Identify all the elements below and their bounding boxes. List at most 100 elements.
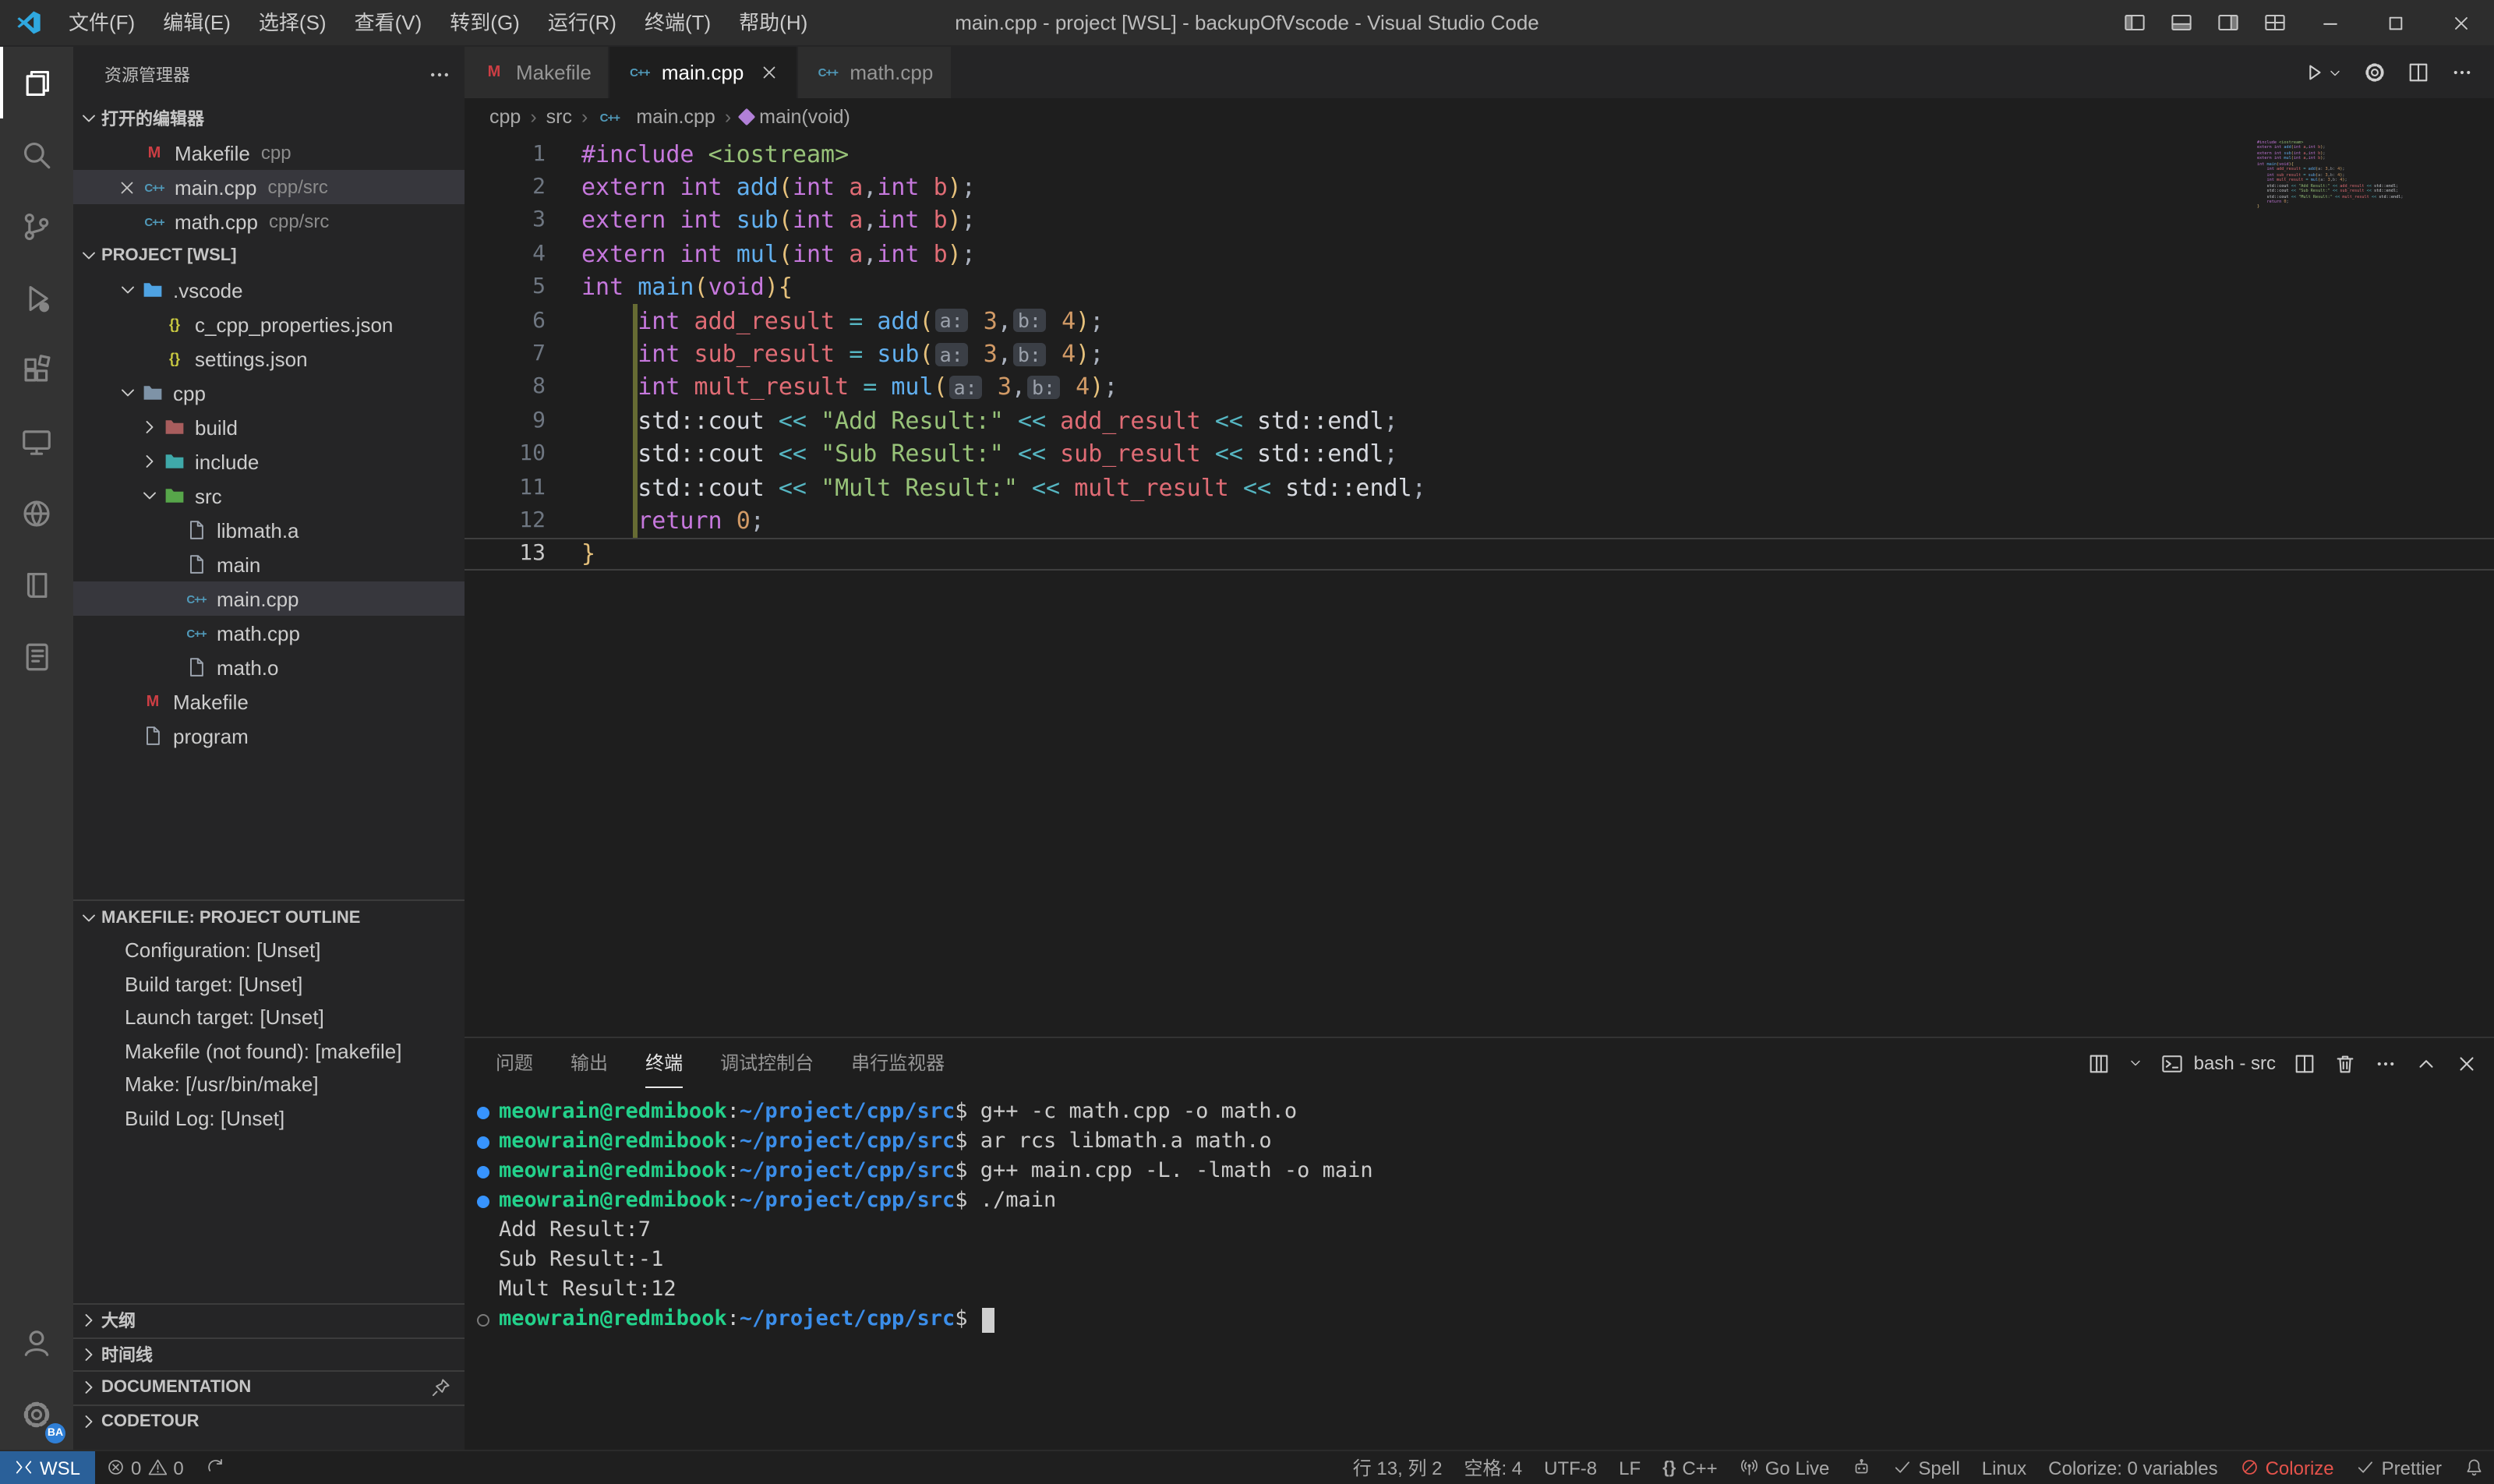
code-line-8[interactable]: 8 int mult_result = mul(a: 3,b: 4); [465, 370, 2494, 404]
status-colorize-count[interactable]: Colorize: 0 variables [2037, 1451, 2228, 1484]
remote-indicator[interactable]: WSL [0, 1451, 94, 1484]
minimap[interactable]: #include <iostream>extern int add(int a,… [2257, 140, 2475, 210]
code-editor[interactable]: 1#include <iostream>2extern int add(int … [465, 136, 2494, 1037]
menu-g[interactable]: 转到(G) [436, 0, 534, 46]
menu-t[interactable]: 终端(T) [631, 0, 725, 46]
status-language-mode[interactable]: {}C++ [1651, 1451, 1729, 1484]
tree-item-cpp[interactable]: cpp [73, 376, 465, 410]
code-line-1[interactable]: 1#include <iostream> [465, 137, 2494, 171]
activity-accounts[interactable] [0, 1306, 73, 1378]
code-line-11[interactable]: 11 std::cout << "Mult Result:" << mult_r… [465, 471, 2494, 504]
tree-item-math.o[interactable]: math.o [73, 650, 465, 684]
panel-tab-输出[interactable]: 输出 [571, 1038, 608, 1088]
toggle-secondary-sidebar-icon[interactable] [2204, 0, 2251, 46]
code-line-10[interactable]: 10 std::cout << "Sub Result:" << sub_res… [465, 437, 2494, 471]
kill-terminal-icon[interactable] [2333, 1051, 2357, 1075]
toggle-sidebar-icon[interactable] [2111, 0, 2157, 46]
panel-tab-调试控制台[interactable]: 调试控制台 [720, 1038, 814, 1088]
activity-search[interactable] [0, 118, 73, 190]
tree-item-math.cpp[interactable]: C++math.cpp [73, 616, 465, 650]
section-DOCUMENTATION[interactable]: DOCUMENTATION [73, 1370, 465, 1404]
open-editor-Makefile[interactable]: MMakefilecpp [73, 136, 465, 170]
close-panel-icon[interactable] [2455, 1051, 2478, 1075]
explorer-more-actions-icon[interactable] [427, 62, 452, 87]
menu-v[interactable]: 查看(V) [341, 0, 436, 46]
run-settings-icon[interactable] [2363, 61, 2386, 84]
tree-item-Makefile[interactable]: MMakefile [73, 684, 465, 719]
tree-item-build[interactable]: build [73, 410, 465, 444]
outline-item[interactable]: Launch target: [Unset] [73, 1001, 465, 1034]
status-linux-status[interactable]: Linux [1971, 1451, 2037, 1484]
tree-item-libmath.a[interactable]: libmath.a [73, 513, 465, 547]
sync-indicator[interactable] [195, 1451, 236, 1484]
menu-h[interactable]: 帮助(H) [725, 0, 821, 46]
panel-tab-终端[interactable]: 终端 [645, 1038, 683, 1088]
makefile-outline-header[interactable]: MAKEFILE: PROJECT OUTLINE [73, 899, 465, 934]
panel-more-actions-icon[interactable] [2374, 1051, 2397, 1075]
code-line-6[interactable]: 6 int add_result = add(a: 3,b: 4); [465, 304, 2494, 337]
project-header[interactable]: PROJECT [WSL] [73, 238, 465, 273]
tree-item-program[interactable]: program [73, 719, 465, 753]
menu-e[interactable]: 编辑(E) [149, 0, 245, 46]
close-window-button[interactable] [2429, 0, 2494, 46]
maximize-panel-icon[interactable] [2415, 1051, 2438, 1075]
tab-Makefile[interactable]: MMakefile [465, 47, 610, 98]
activity-extensions[interactable] [0, 334, 73, 405]
outline-item[interactable]: Build Log: [Unset] [73, 1101, 465, 1135]
code-line-5[interactable]: 5int main(void){ [465, 270, 2494, 304]
code-line-13[interactable]: 13} [465, 537, 2494, 571]
section-CODETOUR[interactable]: CODETOUR [73, 1404, 465, 1437]
code-line-7[interactable]: 7 int sub_result = sub(a: 3,b: 4); [465, 337, 2494, 371]
open-editor-math.cpp[interactable]: C++math.cppcpp/src [73, 204, 465, 238]
menu-f[interactable]: 文件(F) [55, 0, 149, 46]
tree-item-include[interactable]: include [73, 444, 465, 479]
terminal-launch-icon[interactable] [2088, 1051, 2111, 1075]
code-line-2[interactable]: 2extern int add(int a,int b); [465, 171, 2494, 204]
breadcrumb-item[interactable]: main(void) [740, 106, 850, 128]
activity-documentation[interactable] [0, 549, 73, 620]
code-line-3[interactable]: 3extern int sub(int a,int b); [465, 204, 2494, 238]
tree-item-main.cpp[interactable]: C++main.cpp [73, 581, 465, 616]
menu-s[interactable]: 选择(S) [245, 0, 341, 46]
problems-indicator[interactable]: 0 0 [94, 1451, 195, 1484]
status-cursor-position[interactable]: 行 13, 列 2 [1342, 1451, 1454, 1484]
split-editor-icon[interactable] [2407, 61, 2430, 84]
tree-item-settings.json[interactable]: {}settings.json [73, 341, 465, 376]
status-extension-status[interactable] [1840, 1451, 1881, 1484]
status-spell-checker[interactable]: Spell [1881, 1451, 1970, 1484]
code-line-9[interactable]: 9 std::cout << "Add Result:" << add_resu… [465, 404, 2494, 437]
breadcrumb-item[interactable]: src [546, 106, 572, 128]
panel-tab-问题[interactable]: 问题 [496, 1038, 533, 1088]
tree-item-src[interactable]: src [73, 479, 465, 513]
activity-source-control[interactable] [0, 190, 73, 262]
activity-live-share[interactable] [0, 477, 73, 549]
code-line-12[interactable]: 12 return 0; [465, 504, 2494, 538]
status-colorize-status[interactable]: Colorize [2229, 1451, 2345, 1484]
breadcrumb-item[interactable]: cpp [489, 106, 521, 128]
editor-more-actions-icon[interactable] [2450, 61, 2474, 84]
customize-layout-icon[interactable] [2251, 0, 2298, 46]
close-tab-icon[interactable] [759, 62, 779, 83]
outline-item[interactable]: Makefile (not found): [makefile] [73, 1034, 465, 1068]
minimize-button[interactable] [2298, 0, 2363, 46]
status-prettier[interactable]: Prettier [2345, 1451, 2453, 1484]
status-go-live[interactable]: Go Live [1729, 1451, 1841, 1484]
activity-codetour[interactable] [0, 620, 73, 692]
activity-explorer[interactable] [0, 47, 73, 118]
run-button[interactable] [2302, 61, 2343, 84]
tree-item-c_cpp_properties.json[interactable]: {}c_cpp_properties.json [73, 307, 465, 341]
breadcrumb-item[interactable]: C++main.cpp [597, 106, 715, 128]
maximize-button[interactable] [2363, 0, 2429, 46]
activity-remote-explorer[interactable] [0, 405, 73, 477]
outline-item[interactable]: Make: [/usr/bin/make] [73, 1068, 465, 1101]
panel-tab-串行监视器[interactable]: 串行监视器 [851, 1038, 945, 1088]
tab-math.cpp[interactable]: C++math.cpp [798, 47, 952, 98]
open-editor-main.cpp[interactable]: C++main.cppcpp/src [73, 170, 465, 204]
outline-item[interactable]: Configuration: [Unset] [73, 934, 465, 967]
tree-item-.vscode[interactable]: .vscode [73, 273, 465, 307]
split-terminal-icon[interactable] [2293, 1051, 2316, 1075]
section-时间线[interactable]: 时间线 [73, 1337, 465, 1370]
code-line-4[interactable]: 4extern int mul(int a,int b); [465, 237, 2494, 270]
status-notifications[interactable] [2453, 1451, 2494, 1484]
status-eol[interactable]: LF [1608, 1451, 1651, 1484]
